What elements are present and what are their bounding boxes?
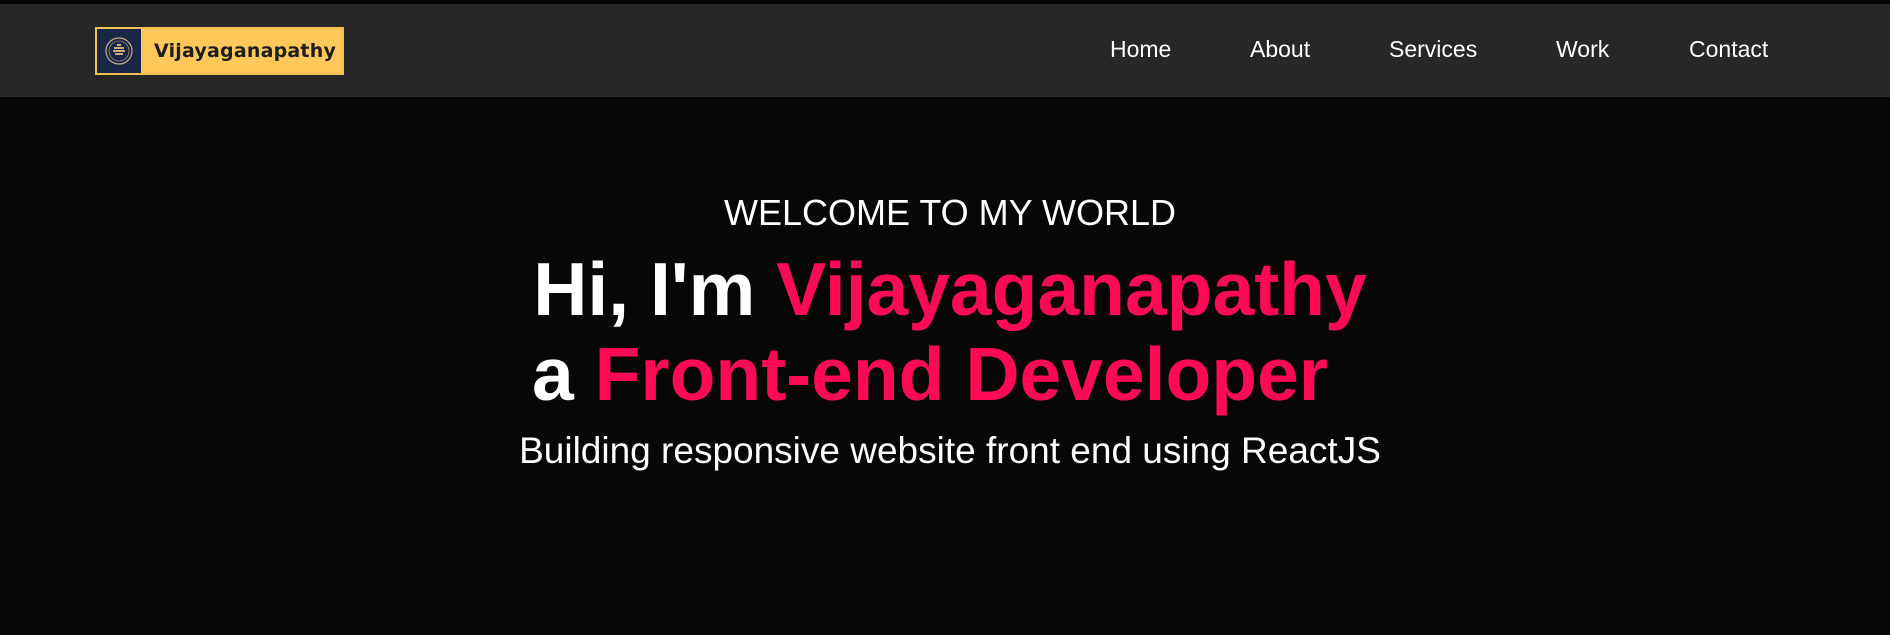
hero-section: WELCOME TO MY WORLD Hi, I'm Vijayaganapa…	[0, 97, 1890, 635]
hero-name: Vijayaganapathy	[776, 247, 1367, 331]
hero-greeting: Hi, I'm	[533, 247, 756, 331]
nav-about-link[interactable]: About	[1250, 36, 1310, 63]
nav-work-link[interactable]: Work	[1556, 36, 1609, 63]
hero-headline-line2: a Front-end Developer	[0, 334, 1880, 414]
hero-eyebrow: WELCOME TO MY WORLD	[723, 192, 1177, 233]
brand-name: Vijayaganapathy	[154, 40, 337, 62]
emblem-icon	[97, 29, 141, 73]
navbar: Vijayaganapathy Home About Services Work…	[0, 4, 1890, 97]
hero-headline-line1: Hi, I'm Vijayaganapathy	[0, 249, 1890, 329]
hero-subtitle: Building responsive website front end us…	[519, 430, 1381, 471]
nav-contact-link[interactable]: Contact	[1689, 36, 1768, 63]
hero-article: a	[532, 332, 574, 416]
nav-home-link[interactable]: Home	[1110, 36, 1171, 63]
hero-role: Front-end Developer	[594, 332, 1328, 416]
nav-services-link[interactable]: Services	[1389, 36, 1477, 63]
brand-logo[interactable]: Vijayaganapathy	[95, 27, 344, 75]
